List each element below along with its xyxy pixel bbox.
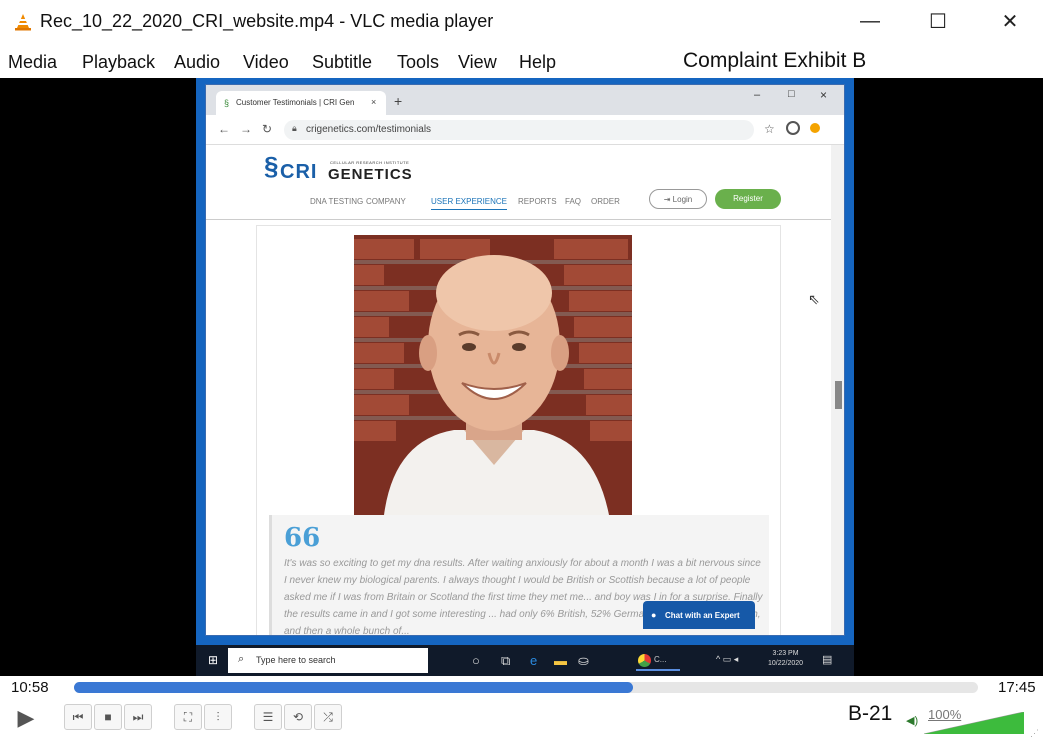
menu-subtitle[interactable]: Subtitle xyxy=(312,52,372,73)
nav-user-experience[interactable]: USER EXPERIENCE xyxy=(431,197,508,210)
menu-help[interactable]: Help xyxy=(519,52,556,73)
vlc-cone-icon xyxy=(15,14,31,31)
close-button[interactable]: ✕ xyxy=(990,6,1030,36)
taskbar-clock[interactable]: 3:23 PM 10/22/2020 xyxy=(768,649,803,669)
recorded-taskbar: ⊞ ⌕ Type here to search ○ ⧉ e ▬ ⛀ C... ^… xyxy=(196,645,854,676)
menu-video[interactable]: Video xyxy=(243,52,289,73)
logo-genetics-text: GENETICS xyxy=(328,166,413,183)
back-arrow-icon[interactable]: ← xyxy=(218,122,230,136)
exhibit-label: Complaint Exhibit B xyxy=(683,49,867,72)
browser-address-bar: ← → ↻ 🔒︎ crigenetics.com/testimonials ☆ xyxy=(206,115,844,145)
play-button[interactable]: ▶ xyxy=(10,704,42,732)
file-explorer-icon[interactable]: ▬ xyxy=(554,653,567,668)
total-time: 17:45 xyxy=(998,679,1036,696)
extension-icon[interactable] xyxy=(810,123,820,133)
url-field[interactable]: 🔒︎ crigenetics.com/testimonials xyxy=(284,120,754,140)
web-page: § CRI CELLULAR RESEARCH INSTITUTE GENETI… xyxy=(206,145,831,635)
login-arrow-icon: ⇥ xyxy=(663,195,671,204)
logo-subtitle: CELLULAR RESEARCH INSTITUTE xyxy=(330,160,410,165)
previous-button[interactable]: ⏮ xyxy=(64,704,92,730)
scroll-thumb[interactable] xyxy=(835,381,842,409)
extended-settings-button[interactable]: ⫶ xyxy=(204,704,232,730)
minimize-button[interactable]: — xyxy=(850,6,890,36)
menu-tools[interactable]: Tools xyxy=(397,52,439,73)
bookmark-star-icon[interactable]: ☆ xyxy=(764,122,775,136)
stop-button[interactable]: ■ xyxy=(94,704,122,730)
task-view-icon[interactable]: ⧉ xyxy=(501,653,510,669)
forward-arrow-icon[interactable]: → xyxy=(240,122,252,136)
chrome-icon xyxy=(638,654,651,667)
vlc-controls: 10:58 17:45 ▶ ⏮ ■ ⏭ ⛶ ⫶ ☰ ⟲ ⤮ B-21 ◀) 10… xyxy=(0,676,1043,742)
menu-audio[interactable]: Audio xyxy=(174,52,220,73)
nav-reports[interactable]: REPORTS xyxy=(518,197,557,206)
browser-maximize-button[interactable]: □ xyxy=(788,88,795,100)
seek-bar[interactable] xyxy=(74,682,978,693)
taskbar-search[interactable]: ⌕ Type here to search xyxy=(228,648,428,673)
lock-icon: 🔒︎ xyxy=(292,123,297,133)
testimonial-photo xyxy=(354,235,632,515)
edge-icon[interactable]: e xyxy=(530,653,537,668)
taskbar-search-placeholder: Type here to search xyxy=(256,655,336,665)
taskbar-chrome-item[interactable]: C... xyxy=(636,651,680,671)
volume-percent: 100% xyxy=(928,707,962,722)
loop-button[interactable]: ⟲ xyxy=(284,704,312,730)
tab-title: Customer Testimonials | CRI Gen xyxy=(236,98,355,107)
menu-playback[interactable]: Playback xyxy=(82,52,155,73)
browser-tab[interactable]: § Customer Testimonials | CRI Gen × xyxy=(216,91,386,115)
tab-close-icon[interactable]: × xyxy=(371,97,376,107)
store-icon[interactable]: ⛀ xyxy=(578,653,589,669)
playlist-button[interactable]: ☰ xyxy=(254,704,282,730)
mouse-cursor-icon: ⇖ xyxy=(808,291,820,307)
shuffle-button[interactable]: ⤮ xyxy=(314,704,342,730)
browser-tab-bar: § Customer Testimonials | CRI Gen × + – … xyxy=(206,85,844,115)
maximize-button[interactable]: ☐ xyxy=(918,6,958,36)
chat-bubble-icon: ● xyxy=(651,610,657,620)
nav-faq[interactable]: FAQ xyxy=(565,197,581,206)
menu-view[interactable]: View xyxy=(458,52,497,73)
cortana-icon[interactable]: ○ xyxy=(472,653,480,668)
next-button[interactable]: ⏭ xyxy=(124,704,152,730)
login-label: Login xyxy=(672,195,693,204)
vlc-title-bar: Rec_10_22_2020_CRI_website.mp4 - VLC med… xyxy=(0,0,1043,44)
cri-genetics-logo[interactable]: § CRI CELLULAR RESEARCH INSTITUTE GENETI… xyxy=(264,151,424,185)
profile-icon[interactable] xyxy=(786,121,800,135)
window-title: Rec_10_22_2020_CRI_website.mp4 - VLC med… xyxy=(40,11,494,31)
logo-cri-text: CRI xyxy=(280,161,318,183)
notification-icon[interactable]: ▤ xyxy=(822,653,832,666)
browser-close-button[interactable]: × xyxy=(820,88,827,102)
menu-media[interactable]: Media xyxy=(8,52,57,73)
vlc-menu-bar: Media Playback Audio Video Subtitle Tool… xyxy=(0,44,1043,78)
seek-progress xyxy=(74,682,633,693)
system-tray-icon[interactable]: ^ ▭ ◂ xyxy=(716,654,738,665)
clock-date: 10/22/2020 xyxy=(768,660,804,667)
new-tab-button[interactable]: + xyxy=(394,93,402,109)
reload-icon[interactable]: ↻ xyxy=(262,122,272,136)
page-scrollbar[interactable] xyxy=(831,145,844,635)
chat-with-expert-button[interactable]: ● Chat with an Expert xyxy=(643,601,755,629)
search-icon: ⌕ xyxy=(238,653,245,665)
recorded-browser-window: § Customer Testimonials | CRI Gen × + – … xyxy=(205,84,845,636)
login-button[interactable]: ⇥ Login xyxy=(649,189,707,209)
nav-dna-testing[interactable]: DNA TESTING xyxy=(310,197,363,206)
fullscreen-button[interactable]: ⛶ xyxy=(174,704,202,730)
chat-label: Chat with an Expert xyxy=(665,611,740,620)
exhibit-page-badge: B-21 xyxy=(848,702,893,725)
elapsed-time: 10:58 xyxy=(11,679,49,696)
resize-grip-icon[interactable]: ⋰ xyxy=(1030,728,1039,739)
taskbar-chrome-label: C... xyxy=(654,655,667,664)
browser-minimize-button[interactable]: – xyxy=(754,89,760,101)
dna-favicon-icon: § xyxy=(224,98,230,108)
dna-helix-icon: § xyxy=(264,151,279,181)
nav-divider xyxy=(206,219,831,220)
nav-order[interactable]: ORDER xyxy=(591,197,620,206)
url-text: crigenetics.com/testimonials xyxy=(306,124,432,135)
nav-company[interactable]: COMPANY xyxy=(366,197,406,206)
speaker-icon[interactable]: ◀) xyxy=(906,714,918,727)
register-button[interactable]: Register xyxy=(715,189,781,209)
clock-time: 3:23 PM xyxy=(772,650,799,657)
quote-mark-icon: 66 xyxy=(284,523,321,553)
windows-start-icon[interactable]: ⊞ xyxy=(208,653,218,667)
